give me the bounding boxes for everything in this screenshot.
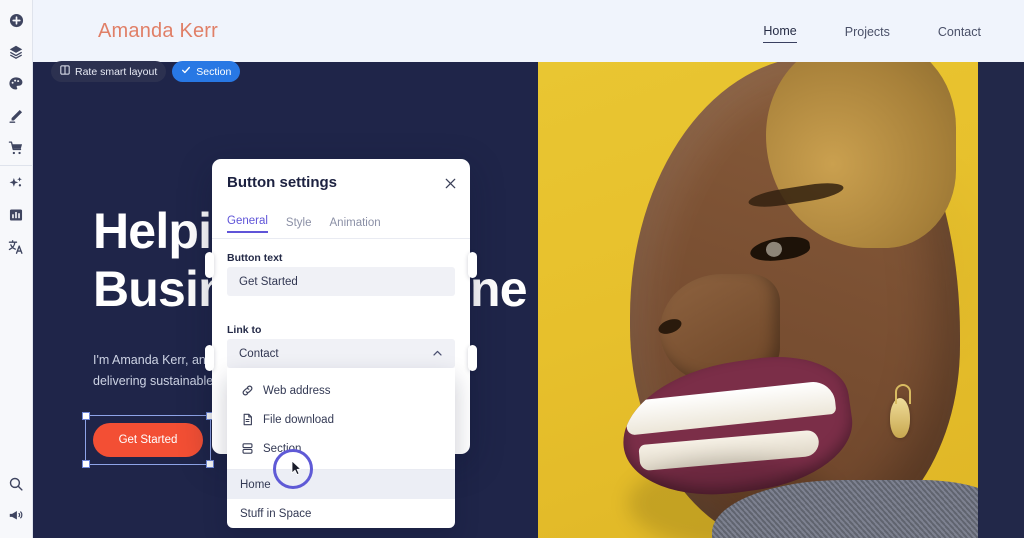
layout-icon <box>60 65 70 78</box>
link-to-dropdown: Web address File download Section Home S… <box>227 368 455 528</box>
nav-item-home[interactable]: Home <box>763 24 797 43</box>
chart-icon[interactable] <box>0 199 33 231</box>
resize-handle-top-left[interactable] <box>82 412 90 420</box>
resize-handle-bottom-right[interactable] <box>206 460 214 468</box>
resize-handle-bottom-left[interactable] <box>82 460 90 468</box>
modal-edge-handle-right-top[interactable] <box>468 252 477 278</box>
check-icon <box>181 65 191 78</box>
site-brand[interactable]: Amanda Kerr <box>98 20 218 43</box>
link-icon <box>240 384 254 398</box>
dropdown-option-label: Web address <box>263 384 331 397</box>
rate-smart-layout-badge[interactable]: Rate smart layout <box>51 61 167 82</box>
link-to-label: Link to <box>227 324 262 336</box>
tab-general[interactable]: General <box>227 215 268 233</box>
file-icon <box>240 413 254 427</box>
hero-right-navy-strip <box>978 62 1024 538</box>
modal-edge-handle-left-bottom[interactable] <box>205 345 214 371</box>
portrait-earring <box>890 384 911 438</box>
nav-item-projects[interactable]: Projects <box>845 25 890 43</box>
site-canvas: Amanda Kerr Home Projects Contact Helpin… <box>33 0 1024 538</box>
dropdown-option-label: Section <box>263 442 302 455</box>
section-badges: Rate smart layout Section <box>51 61 241 82</box>
dropdown-page-stuff-in-space[interactable]: Stuff in Space <box>227 499 455 528</box>
add-icon[interactable] <box>0 4 33 36</box>
dropdown-option-label: File download <box>263 413 334 426</box>
left-toolbar <box>0 0 33 538</box>
megaphone-icon[interactable] <box>0 500 33 532</box>
modal-title: Button settings <box>227 174 337 191</box>
link-to-selected-value: Contact <box>239 347 279 360</box>
editor-window: Amanda Kerr Home Projects Contact Helpin… <box>0 0 1024 538</box>
palette-icon[interactable] <box>0 68 33 100</box>
tab-animation[interactable]: Animation <box>330 217 381 233</box>
modal-tabs: General Style Animation <box>227 215 381 233</box>
dropdown-option-section[interactable]: Section <box>227 434 455 463</box>
cta-selection-wrapper: Get Started <box>82 412 214 468</box>
button-settings-modal: Button settings General Style Animation … <box>205 159 477 528</box>
cart-icon[interactable] <box>0 132 33 164</box>
tab-style[interactable]: Style <box>286 217 312 233</box>
section-badge-label: Section <box>196 65 232 78</box>
rate-smart-layout-label: Rate smart layout <box>75 65 158 78</box>
site-nav: Home Projects Contact <box>763 24 981 43</box>
toolbar-divider <box>0 165 33 166</box>
hero-section[interactable]: Helping Small Businesses Online I'm Aman… <box>33 62 1024 538</box>
modal-edge-handle-left-top[interactable] <box>205 252 214 278</box>
layers-icon[interactable] <box>0 36 33 68</box>
translate-icon[interactable] <box>0 231 33 263</box>
chevron-up-icon <box>432 348 443 359</box>
search-icon[interactable] <box>0 468 33 500</box>
site-header: Amanda Kerr Home Projects Contact <box>33 0 1024 62</box>
dropdown-option-file-download[interactable]: File download <box>227 405 455 434</box>
pen-icon[interactable] <box>0 100 33 132</box>
dropdown-page-home[interactable]: Home <box>227 470 455 499</box>
close-icon[interactable] <box>442 175 458 191</box>
sparkle-icon[interactable] <box>0 167 33 199</box>
modal-edge-handle-right-bottom[interactable] <box>468 345 477 371</box>
get-started-button[interactable]: Get Started <box>93 423 203 457</box>
link-to-select[interactable]: Contact <box>227 339 455 368</box>
button-text-input[interactable] <box>227 267 455 296</box>
section-badge[interactable]: Section <box>172 61 241 82</box>
section-icon <box>240 442 254 456</box>
button-text-label: Button text <box>227 252 283 264</box>
tabs-divider <box>212 238 470 239</box>
dropdown-option-web-address[interactable]: Web address <box>227 376 455 405</box>
nav-item-contact[interactable]: Contact <box>938 25 981 43</box>
